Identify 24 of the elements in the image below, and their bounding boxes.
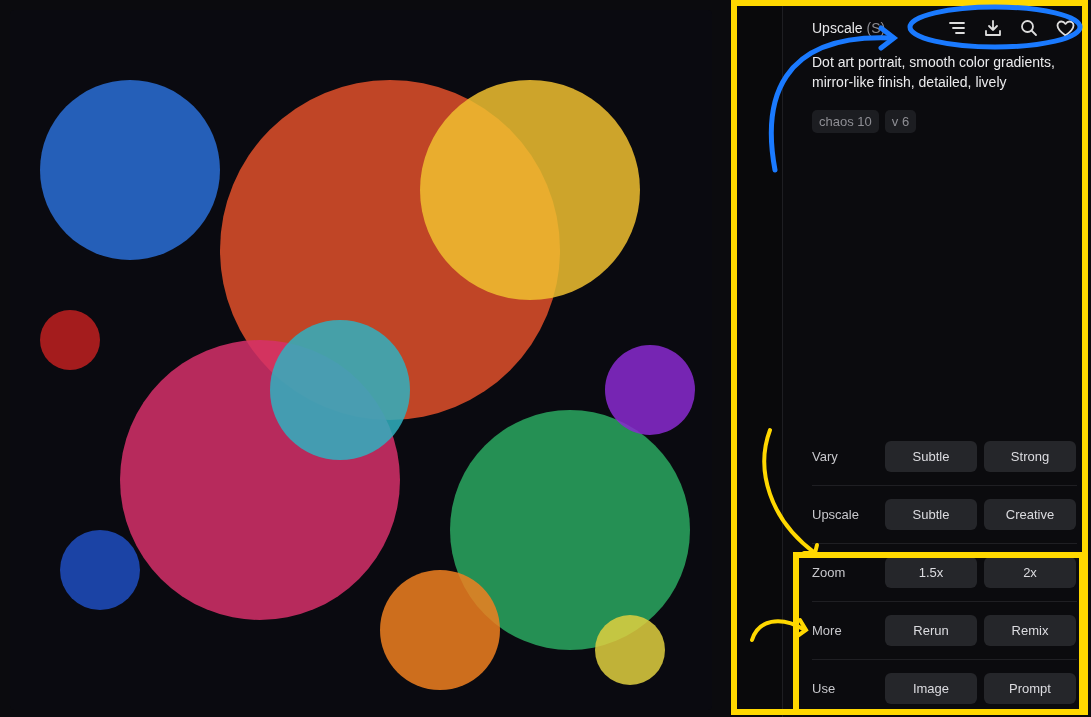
action-button[interactable]: Prompt xyxy=(984,673,1076,704)
parameter-tag: chaos 10 xyxy=(812,110,879,133)
title: Upscale xyxy=(812,20,863,36)
action-button[interactable]: Image xyxy=(885,673,977,704)
menu-icon[interactable] xyxy=(948,20,966,36)
action-button[interactable]: Subtle xyxy=(885,441,977,472)
download-icon[interactable] xyxy=(984,19,1002,37)
parameter-tag: v 6 xyxy=(884,110,917,133)
action-button[interactable]: Strong xyxy=(984,441,1076,472)
action-button[interactable]: Creative xyxy=(984,499,1076,530)
heart-icon[interactable] xyxy=(1056,19,1075,37)
action-label: Upscale xyxy=(812,507,860,522)
action-button[interactable]: 1.5x xyxy=(885,557,977,588)
action-button[interactable]: 2x xyxy=(984,557,1076,588)
annotation-arrow xyxy=(750,618,809,642)
action-button[interactable]: Rerun xyxy=(885,615,977,646)
action-label: Vary xyxy=(812,449,839,464)
action-button[interactable]: Subtle xyxy=(885,499,977,530)
action-label: Use xyxy=(812,681,837,696)
action-button[interactable]: Remix xyxy=(984,615,1076,646)
action-label: More xyxy=(812,623,843,638)
action-label: Zoom xyxy=(812,565,847,580)
search-icon[interactable] xyxy=(1020,19,1038,37)
prompt-text: Dot art portrait, smooth color gradients, mirror-like finish, detailed, lively xyxy=(812,53,1056,92)
